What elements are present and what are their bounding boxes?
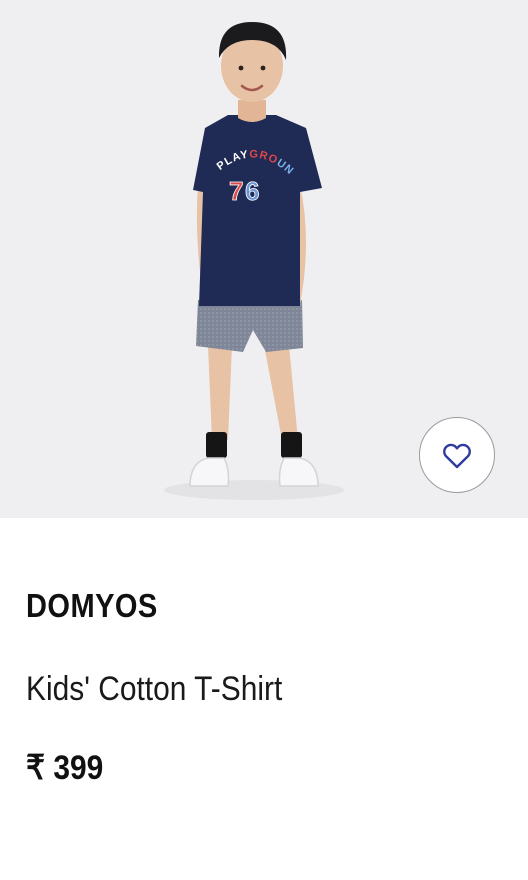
product-card[interactable]: PLAYGROUND 7 6 DOMYOS Kids' Cotton T-Shi… [0, 0, 528, 880]
svg-text:7: 7 [229, 176, 243, 206]
product-image-area[interactable]: PLAYGROUND 7 6 [0, 0, 528, 518]
product-brand: DOMYOS [26, 587, 158, 624]
heart-icon [443, 443, 471, 469]
wishlist-button[interactable] [419, 417, 495, 493]
svg-text:6: 6 [245, 176, 259, 206]
product-name[interactable]: Kids' Cotton T-Shirt [26, 670, 282, 709]
product-price: ₹ 399 [26, 749, 104, 787]
